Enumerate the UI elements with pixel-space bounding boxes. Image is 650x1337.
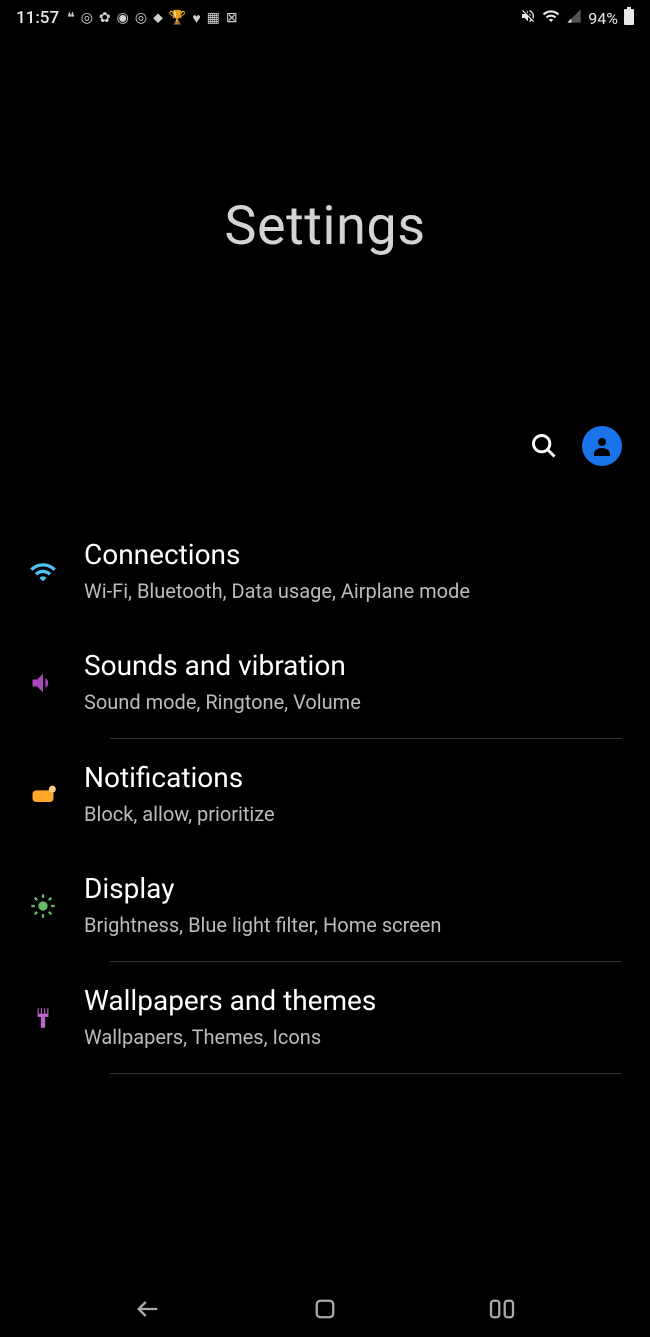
item-title: Connections [84,538,622,571]
display-icon [28,891,58,921]
item-subtitle: Sound mode, Ringtone, Volume [84,688,622,716]
battery-icon [624,7,634,29]
item-subtitle: Block, allow, prioritize [84,800,622,828]
header: Settings [0,36,650,416]
settings-list: Connections Wi-Fi, Bluetooth, Data usage… [0,496,650,1094]
close-icon: ⊠ [226,10,238,27]
quote-icon: ❝ [67,10,75,27]
status-notification-icons: ❝ ◎ ✿ ◉ ◎ ⬥ 🏆 ♥ ▦ ⊠ [67,10,237,27]
mute-icon [520,8,536,28]
divider [110,1073,622,1074]
heart-icon: ♥ [192,10,200,27]
item-title: Sounds and vibration [84,649,622,682]
search-button[interactable] [530,432,558,460]
wallpaper-icon [28,1003,58,1033]
sound-icon [28,668,58,698]
item-text: Sounds and vibration Sound mode, Rington… [84,649,622,716]
item-subtitle: Wallpapers, Themes, Icons [84,1023,622,1051]
status-right: 94% [520,7,634,29]
page-title: Settings [224,195,425,258]
battery-percentage: 94% [588,9,618,28]
item-text: Notifications Block, allow, prioritize [84,761,622,828]
item-title: Notifications [84,761,622,794]
location-icon: ⬥ [153,10,163,27]
settings-item-wallpapers[interactable]: Wallpapers and themes Wallpapers, Themes… [0,962,650,1073]
profile-button[interactable] [582,426,622,466]
status-left: 11:57 ❝ ◎ ✿ ◉ ◎ ⬥ 🏆 ♥ ▦ ⊠ [16,8,238,28]
item-text: Display Brightness, Blue light filter, H… [84,872,622,939]
nav-bar [0,1281,650,1337]
item-text: Connections Wi-Fi, Bluetooth, Data usage… [84,538,622,605]
settings-item-notifications[interactable]: Notifications Block, allow, prioritize [0,739,650,850]
trophy-icon: 🏆 [169,10,186,27]
notifications-icon [28,780,58,810]
instagram-icon-2: ◎ [135,10,147,27]
item-title: Display [84,872,622,905]
nav-back-button[interactable] [128,1289,168,1329]
nav-recents-button[interactable] [482,1289,522,1329]
status-time: 11:57 [16,8,59,28]
status-bar: 11:57 ❝ ◎ ✿ ◉ ◎ ⬥ 🏆 ♥ ▦ ⊠ 94% [0,0,650,36]
settings-item-connections[interactable]: Connections Wi-Fi, Bluetooth, Data usage… [0,516,650,627]
settings-item-display[interactable]: Display Brightness, Blue light filter, H… [0,850,650,961]
item-subtitle: Brightness, Blue light filter, Home scre… [84,911,622,939]
instagram-icon: ◎ [81,10,93,27]
nav-home-button[interactable] [305,1289,345,1329]
image-icon: ▦ [207,10,220,27]
chrome-icon: ◉ [117,10,129,27]
item-title: Wallpapers and themes [84,984,622,1017]
item-text: Wallpapers and themes Wallpapers, Themes… [84,984,622,1051]
wifi-icon [28,557,58,587]
wifi-status-icon [542,7,560,29]
signal-icon [566,8,582,28]
accessibility-icon: ✿ [99,10,111,27]
item-subtitle: Wi-Fi, Bluetooth, Data usage, Airplane m… [84,577,622,605]
action-bar [0,416,650,496]
settings-item-sounds[interactable]: Sounds and vibration Sound mode, Rington… [0,627,650,738]
